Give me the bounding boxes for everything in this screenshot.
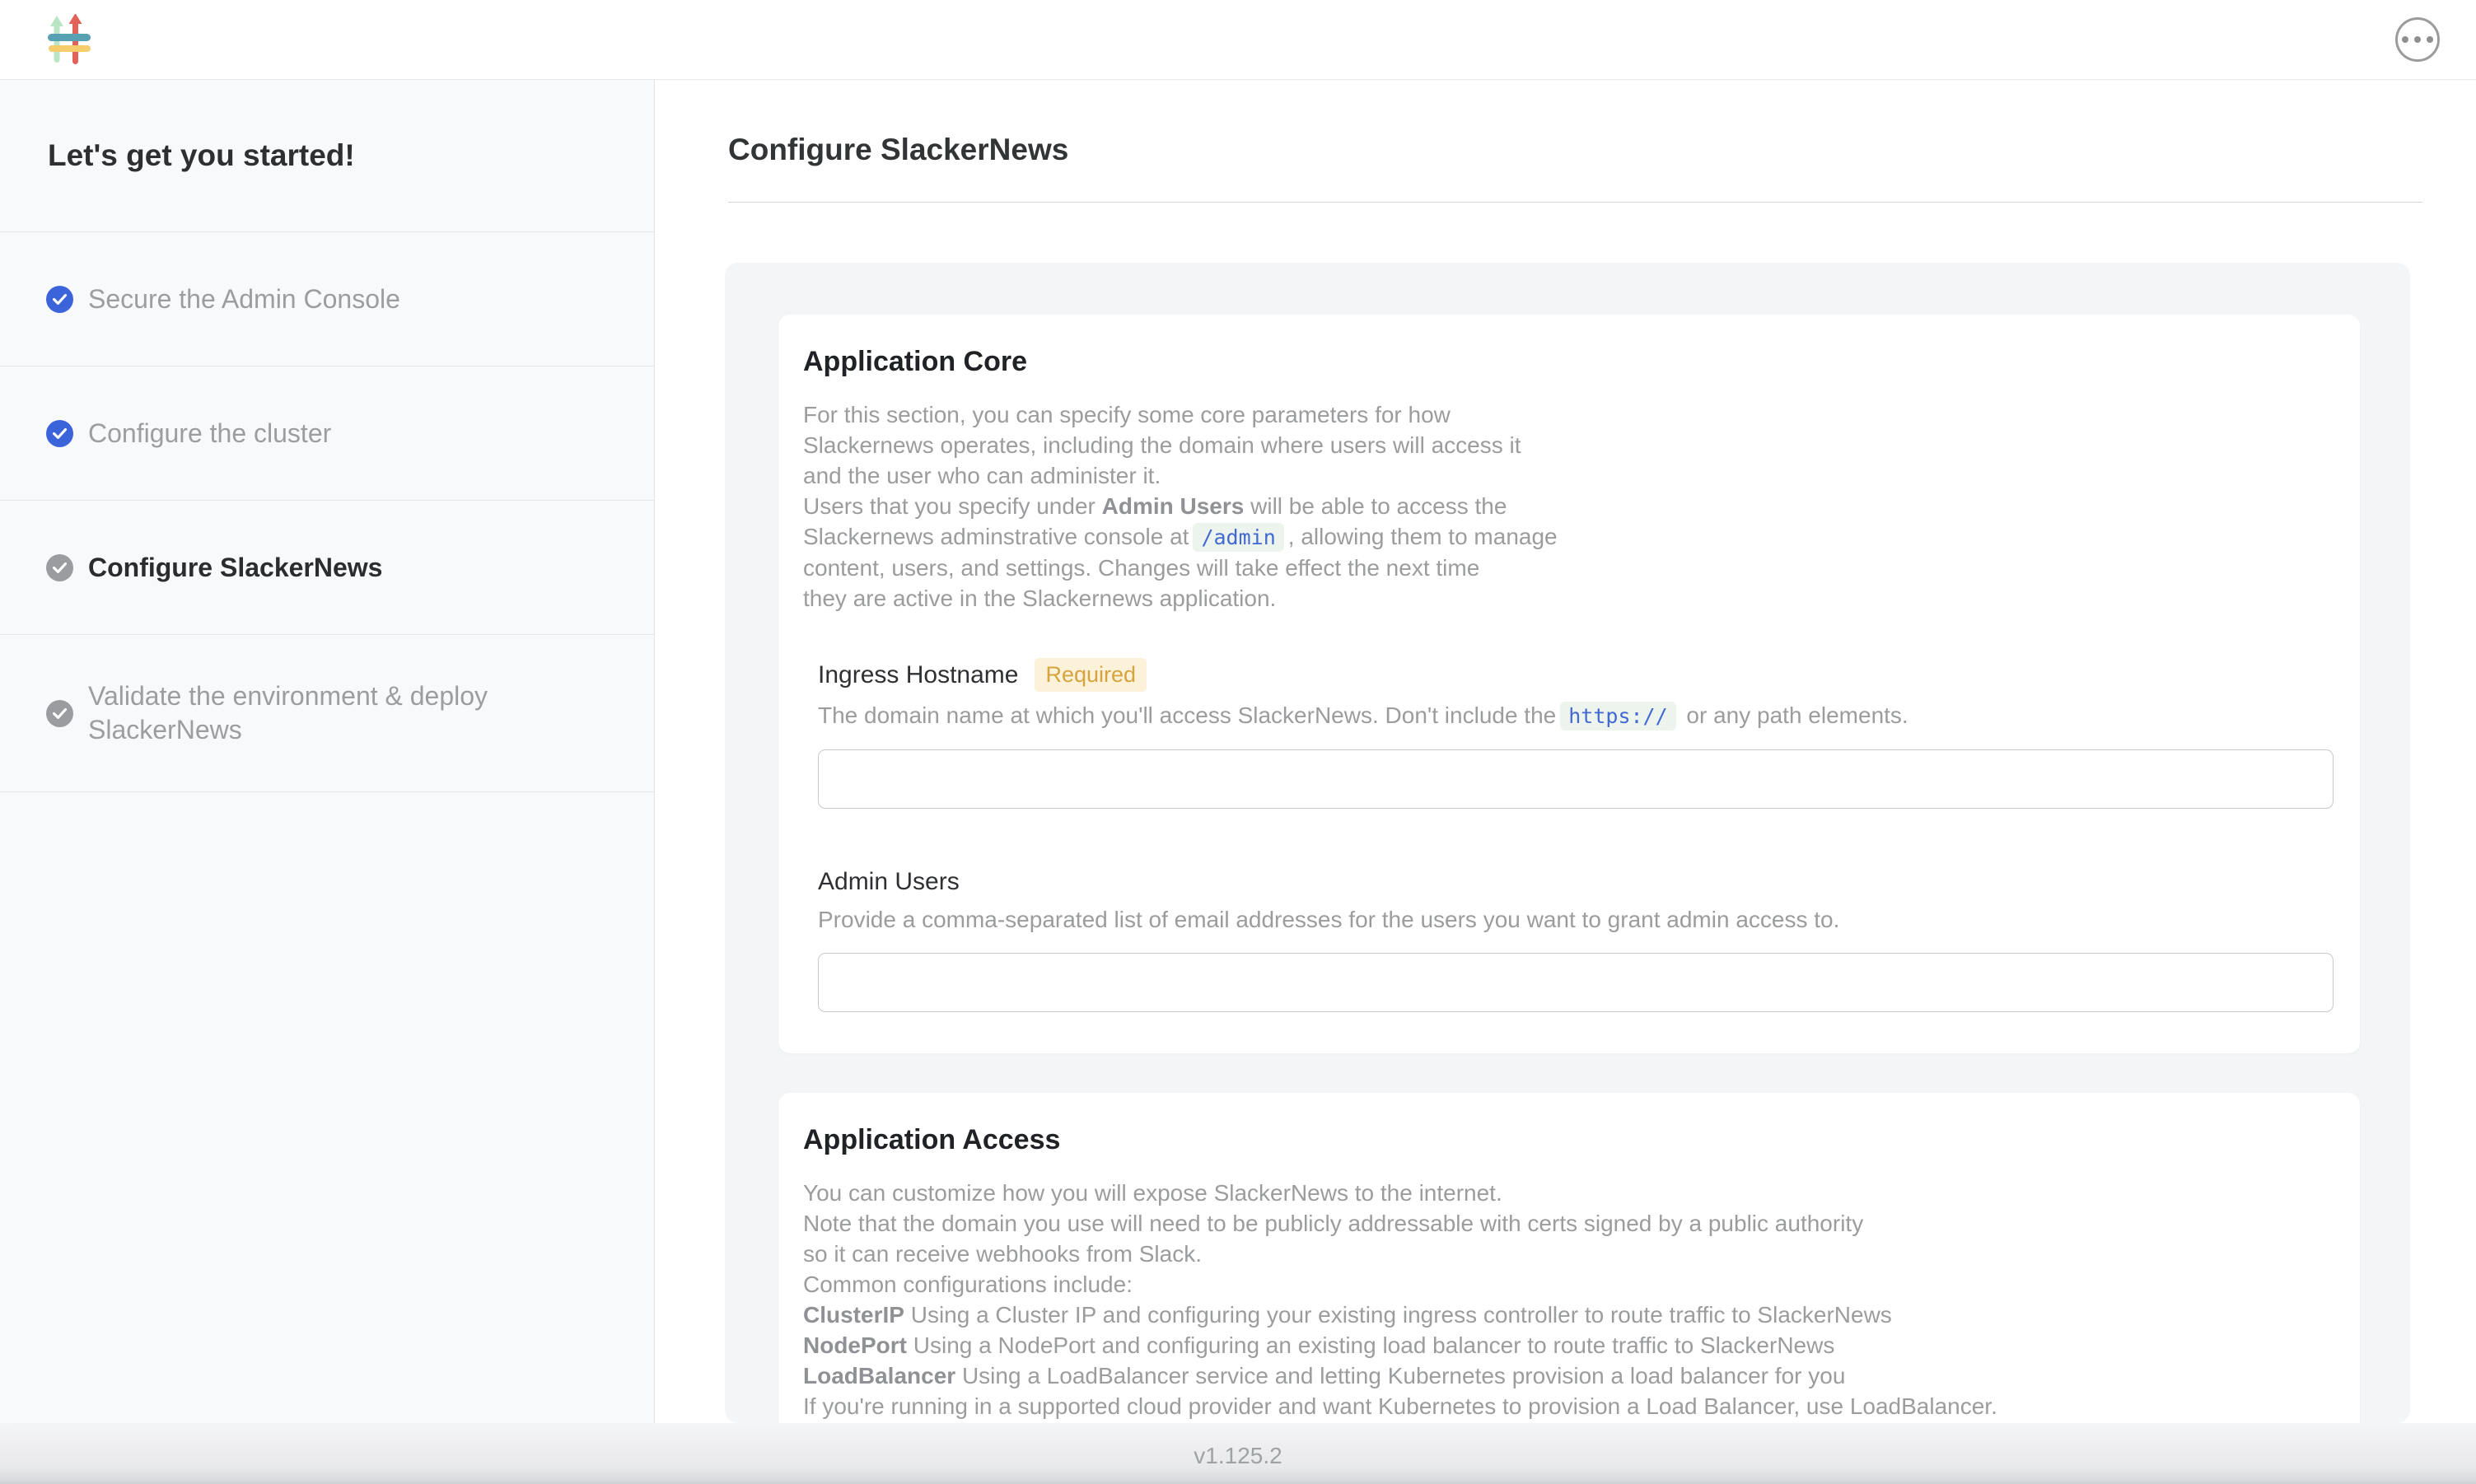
version-label: v1.125.2 <box>1194 1443 1282 1468</box>
section-title: Application Access <box>803 1124 2334 1156</box>
sidebar-step-validate-deploy[interactable]: Validate the environment & deploy Slacke… <box>0 635 654 792</box>
application-core-card: Application Core For this section, you c… <box>778 315 2360 1053</box>
section-description: For this section, you can specify some c… <box>803 399 2334 614</box>
setup-steps-sidebar: Let's get you started! Secure the Admin … <box>0 80 655 1423</box>
sidebar-step-configure-slackernews[interactable]: Configure SlackerNews <box>0 501 654 635</box>
sidebar-step-secure-admin-console[interactable]: Secure the Admin Console <box>0 232 654 366</box>
divider <box>728 202 2422 203</box>
sidebar-step-configure-cluster[interactable]: Configure the cluster <box>0 366 654 501</box>
ellipsis-icon <box>2402 36 2408 43</box>
section-title: Application Core <box>803 346 2334 378</box>
application-access-card: Application Access You can customize how… <box>778 1093 2360 1423</box>
field-description: The domain name at which you'll access S… <box>818 700 2334 731</box>
sidebar-title: Let's get you started! <box>0 80 654 232</box>
inline-code: https:// <box>1560 702 1675 730</box>
field-label: Admin Users <box>818 868 960 896</box>
step-label: Secure the Admin Console <box>88 282 400 316</box>
step-pending-check-icon <box>46 700 73 727</box>
main-content: Configure SlackerNews Application Core F… <box>655 80 2476 1423</box>
app-header <box>0 0 2476 80</box>
ingress-hostname-field: Ingress Hostname Required The domain nam… <box>818 658 2334 809</box>
inline-code: /admin <box>1193 523 1283 552</box>
section-description: You can customize how you will expose Sl… <box>803 1178 2334 1421</box>
field-description: Provide a comma-separated list of email … <box>818 904 2334 935</box>
slackernews-logo-icon <box>48 14 91 65</box>
page-title: Configure SlackerNews <box>728 133 2476 167</box>
admin-users-field: Admin Users Provide a comma-separated li… <box>818 868 2334 1012</box>
step-label: Configure the cluster <box>88 417 331 450</box>
more-menu-button[interactable] <box>2395 17 2440 62</box>
admin-users-input[interactable] <box>818 953 2334 1012</box>
step-pending-check-icon <box>46 554 73 581</box>
step-label: Validate the environment & deploy Slacke… <box>88 679 549 747</box>
required-badge: Required <box>1035 658 1147 692</box>
step-complete-check-icon <box>46 286 73 313</box>
config-panel: Application Core For this section, you c… <box>725 263 2410 1423</box>
step-complete-check-icon <box>46 420 73 447</box>
version-footer: v1.125.2 <box>0 1423 2476 1484</box>
ingress-hostname-input[interactable] <box>818 749 2334 809</box>
step-label: Configure SlackerNews <box>88 551 382 585</box>
field-label: Ingress Hostname <box>818 661 1018 689</box>
